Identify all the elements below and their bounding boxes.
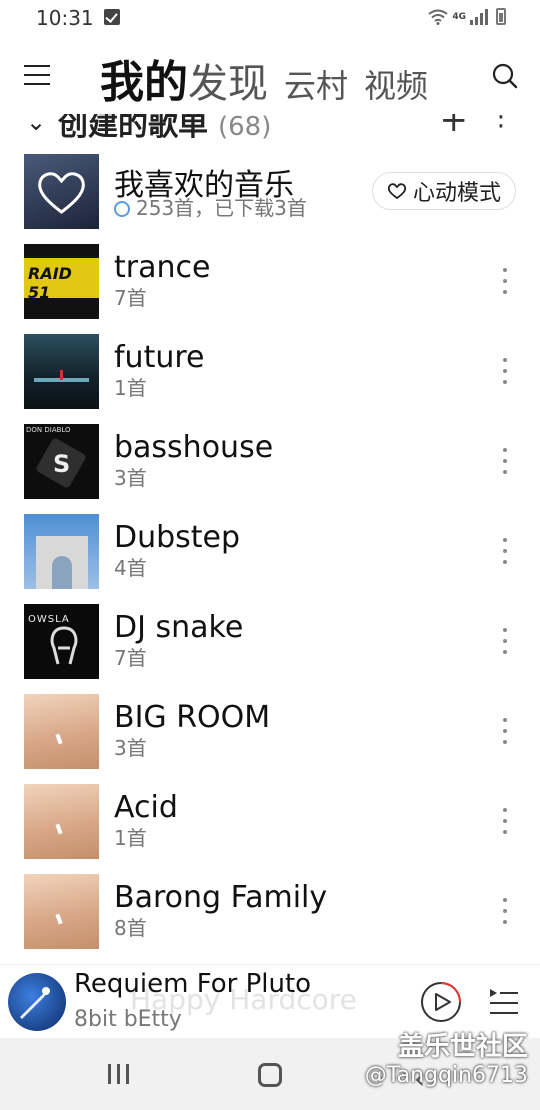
playlist-subtitle: 7首: [114, 286, 147, 310]
search-icon[interactable]: [492, 63, 518, 89]
playlist-cover: DON DIABLO S: [24, 424, 99, 499]
downloaded-icon: [114, 201, 130, 217]
heart-mode-button[interactable]: 心动模式: [371, 172, 516, 210]
playlist-cover: [24, 694, 99, 769]
heart-icon: [38, 172, 85, 214]
add-playlist-button[interactable]: +: [440, 114, 469, 140]
now-playing-title[interactable]: Requiem For Pluto: [74, 969, 311, 999]
now-playing-artist: 8bit bEtty: [74, 1007, 182, 1032]
playlist-subtitle: 253首，已下载3首: [114, 192, 307, 221]
more-options-icon[interactable]: [498, 268, 512, 294]
playlist-title: DJ snake: [114, 610, 244, 645]
playlist-title: Dubstep: [114, 520, 241, 555]
playlist-title: Acid: [114, 790, 178, 825]
section-more-icon[interactable]: ⋮: [488, 114, 514, 130]
signal-icon: [470, 8, 488, 25]
tab-mine[interactable]: 我的: [100, 46, 188, 110]
recent-apps-button[interactable]: [108, 1064, 129, 1084]
tab-discover[interactable]: 发现: [188, 51, 268, 109]
tab-cloud-village[interactable]: 云村: [284, 61, 348, 107]
cover-text: DON DIABLO: [26, 426, 71, 434]
more-options-icon[interactable]: [498, 718, 512, 744]
playlist-subtitle: 4首: [114, 556, 147, 580]
playlist-row[interactable]: Dubstep 4首: [0, 512, 540, 602]
section-count: (68): [218, 114, 272, 142]
rocket-art-icon: [20, 987, 50, 1019]
top-tabs: 我的 发现 云村 视频: [100, 46, 444, 110]
playlist-row[interactable]: Barong Family 8首: [0, 872, 540, 962]
tab-video[interactable]: 视频: [364, 61, 428, 107]
playlist-cover: [24, 514, 99, 589]
status-indicators: 4G: [428, 8, 506, 25]
home-button[interactable]: [258, 1063, 282, 1087]
menu-icon[interactable]: [24, 65, 50, 85]
playlist-row[interactable]: DON DIABLO S basshouse 3首: [0, 422, 540, 512]
playlist-cover: [24, 334, 99, 409]
playlist-subtitle: 3首: [114, 466, 147, 490]
playlist-subtitle: 8首: [114, 916, 147, 940]
playlist-subtitle: 3首: [114, 736, 147, 760]
top-header: 我的 发现 云村 视频: [0, 36, 540, 114]
playlist-row[interactable]: OWSLA DJ snake 7首: [0, 602, 540, 692]
status-bar: 10:31 4G: [0, 0, 540, 36]
chevron-down-icon[interactable]: ⌄: [26, 114, 46, 136]
playlist-title: BIG ROOM: [114, 700, 271, 735]
notification-check-icon: [104, 9, 120, 25]
status-time: 10:31: [36, 6, 94, 30]
playlist-subtitle: 7首: [114, 646, 147, 670]
heart-outline-icon: [387, 183, 407, 200]
more-options-icon[interactable]: [498, 358, 512, 384]
more-options-icon[interactable]: [498, 538, 512, 564]
playlist-cover: OWSLA: [24, 604, 99, 679]
watermark-user: @Tangqin6713: [364, 1063, 528, 1088]
playlist-cover: [24, 874, 99, 949]
section-title: 创建的歌单 (68): [58, 114, 272, 143]
playlist-title: basshouse: [114, 430, 274, 465]
playlist-row[interactable]: BIG ROOM 3首: [0, 692, 540, 782]
owsla-logo-icon: [50, 626, 78, 665]
playlist-subtitle: 1首: [114, 826, 147, 850]
now-playing-cover[interactable]: [8, 973, 66, 1031]
playlist-list: 我喜欢的音乐 253首，已下载3首 心动模式 RAID 51 trance 7首…: [0, 152, 540, 962]
playlist-row-liked[interactable]: 我喜欢的音乐 253首，已下载3首 心动模式: [0, 152, 540, 242]
playlist-subtitle: 1首: [114, 376, 147, 400]
playlist-row[interactable]: RAID 51 trance 7首: [0, 242, 540, 332]
playlist-title: future: [114, 340, 205, 375]
more-options-icon[interactable]: [498, 448, 512, 474]
watermark-site: 盖乐世社区: [397, 1032, 528, 1062]
cover-text: RAID 51: [28, 264, 72, 302]
created-playlists-header[interactable]: ⌄ 创建的歌单 (68) + ⋮: [0, 114, 540, 146]
playlist-title: Barong Family: [114, 880, 328, 915]
network-label: 4G: [452, 11, 466, 22]
playlist-title: trance: [114, 250, 211, 285]
play-button[interactable]: [420, 981, 462, 1023]
playlist-cover: RAID 51: [24, 244, 99, 319]
wifi-icon: [428, 9, 448, 25]
playlist-cover: [24, 154, 99, 229]
more-options-icon[interactable]: [498, 628, 512, 654]
playlist-queue-icon[interactable]: [488, 985, 520, 1017]
playlist-row[interactable]: Acid 1首: [0, 782, 540, 872]
battery-icon: [496, 8, 506, 25]
playlist-row[interactable]: future 1首: [0, 332, 540, 422]
playlist-cover: [24, 784, 99, 859]
more-options-icon[interactable]: [498, 898, 512, 924]
more-options-icon[interactable]: [498, 808, 512, 834]
